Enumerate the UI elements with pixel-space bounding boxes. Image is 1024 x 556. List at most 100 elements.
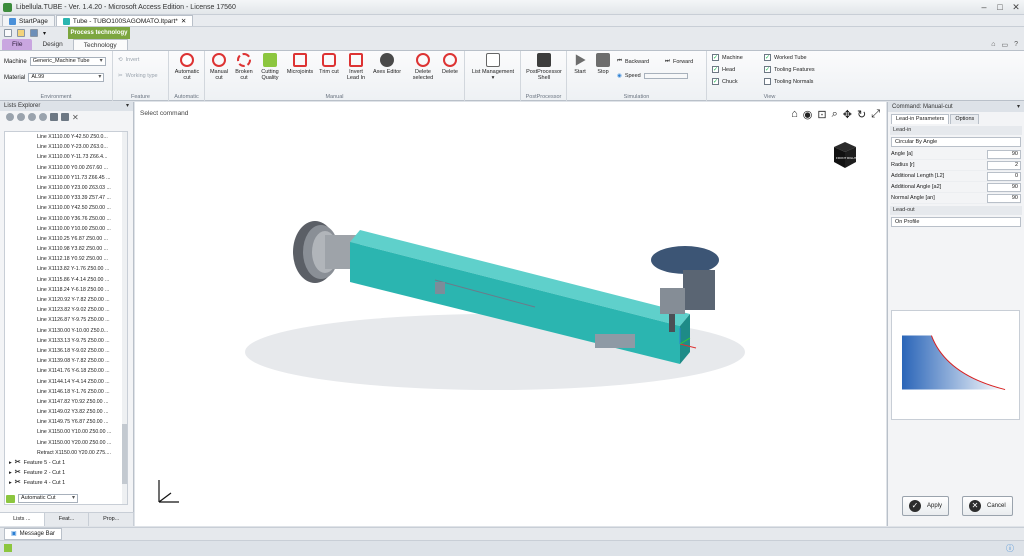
checkbox[interactable]: ✓ xyxy=(764,66,771,73)
list-item[interactable]: Line X1150.00 Y20.00 Z50.00 ... xyxy=(5,438,127,448)
open-folder-icon[interactable] xyxy=(17,29,25,37)
postprocessor-shell-button[interactable]: PostProcessor Shell xyxy=(523,53,565,81)
list-item[interactable]: Line X1139.08 Y-7.82 Z50.00 ... xyxy=(5,356,127,366)
copy-icon[interactable] xyxy=(50,113,58,121)
scroll-thumb[interactable] xyxy=(122,424,127,484)
save-icon[interactable] xyxy=(30,29,38,37)
axes-editor-button[interactable]: Axes Editor xyxy=(371,53,403,75)
list-item[interactable]: Line X1110.25 Y6.87 Z50.00 ... xyxy=(5,234,127,244)
invert-button[interactable]: ⟲ Invert xyxy=(118,57,139,63)
home-icon[interactable]: ⌂ xyxy=(991,41,995,48)
collapse-ribbon-icon[interactable]: ▭ xyxy=(1001,41,1008,49)
backward-button[interactable]: ⏮ Backward xyxy=(617,58,649,65)
list-item[interactable]: Line X1115.86 Y-4.14 Z50.00 ... xyxy=(5,275,127,285)
list-item[interactable]: Line X1126.87 Y-9.75 Z50.00 ... xyxy=(5,315,127,325)
move-first-icon[interactable] xyxy=(28,113,36,121)
tab-startpage[interactable]: StartPage xyxy=(2,15,55,26)
checkbox[interactable]: ✓ xyxy=(712,54,719,61)
expand-icon[interactable]: ▸ xyxy=(9,458,12,468)
list-item[interactable]: Line X1110.00 Y42.50 Z50.00 ... xyxy=(5,203,127,213)
feature-item[interactable]: ▸ ✂ Feature 5 - Cut 1 xyxy=(5,458,127,468)
param-value-field[interactable]: 2 xyxy=(987,160,1021,170)
list-item[interactable]: Line X1110.98 Y3.82 Z50.00 ... xyxy=(5,244,127,254)
list-item[interactable]: Line X1110.00 Y10.00 Z50.00 ... xyxy=(5,224,127,234)
help-icon[interactable]: ? xyxy=(1014,41,1018,48)
delete-selected-button[interactable]: Delete selected xyxy=(410,53,436,81)
cancel-button[interactable]: ✕ Cancel xyxy=(962,496,1013,516)
list-item[interactable]: Line X1110.00 Y33.39 Z57.47 ... xyxy=(5,193,127,203)
delete-button[interactable]: Delete xyxy=(438,53,462,75)
view-machine-toggle[interactable]: ✓ Machine xyxy=(712,54,743,61)
lead-out-type-combo[interactable]: On Profile xyxy=(891,217,1021,227)
list-management-button[interactable]: List Management ▾ xyxy=(468,53,518,81)
list-item[interactable]: Line X1113.82 Y-1.76 Z50.00 ... xyxy=(5,264,127,274)
checkbox[interactable] xyxy=(764,78,771,85)
qat-dropdown-icon[interactable]: ▾ xyxy=(43,30,46,37)
message-bar-tab[interactable]: ▣ Message Bar xyxy=(4,528,63,540)
pin-icon[interactable]: ▾ xyxy=(126,102,129,111)
delete-icon[interactable]: ✕ xyxy=(72,113,79,122)
view-head-toggle[interactable]: ✓ Head xyxy=(712,66,735,73)
param-value-field[interactable]: 90 xyxy=(987,193,1021,203)
view-tooling-features-toggle[interactable]: ✓ Tooling Features xyxy=(764,66,815,73)
list-item[interactable]: Line X1112.18 Y0.92 Z50.00 ... xyxy=(5,254,127,264)
list-item[interactable]: Line X1110.00 Y-23.00 Z63.0... xyxy=(5,142,127,152)
manual-cut-button[interactable]: Manual cut xyxy=(207,53,231,81)
apply-button[interactable]: ✓ Apply xyxy=(902,496,950,516)
new-file-icon[interactable] xyxy=(4,29,12,37)
speed-slider[interactable] xyxy=(643,73,688,79)
tab-features[interactable]: Feat... xyxy=(45,513,90,526)
maximize-button[interactable]: □ xyxy=(992,0,1008,15)
tab-properties[interactable]: Prop... xyxy=(89,513,135,526)
list-item[interactable]: Line X1110.00 Y11.73 Z66.45 ... xyxy=(5,173,127,183)
list-item[interactable]: Line X1110.00 Y-42.50 Z50.0... xyxy=(5,132,127,142)
checkbox[interactable]: ✓ xyxy=(712,66,719,73)
tab-tube-part[interactable]: Tube - TUBO100SAGOMATO.ltpart* ✕ xyxy=(55,15,194,27)
list-item[interactable]: Line X1110.00 Y-11.73 Z66.4... xyxy=(5,152,127,162)
paste-icon[interactable] xyxy=(61,113,69,121)
move-down-icon[interactable] xyxy=(17,113,25,121)
list-item[interactable]: Line X1149.75 Y6.87 Z50.00 ... xyxy=(5,417,127,427)
working-type-button[interactable]: ✂ Working type xyxy=(118,73,158,79)
automatic-cut-button[interactable]: Automatic cut xyxy=(172,53,202,81)
list-item[interactable]: Line X1123.82 Y-9.02 Z50.00 ... xyxy=(5,305,127,315)
auto-cut-combo[interactable]: Automatic Cut xyxy=(18,494,78,503)
list-item[interactable]: Line X1136.18 Y-9.02 Z50.00 ... xyxy=(5,346,127,356)
list-item[interactable]: Line X1110.00 Y23.00 Z63.03 ... xyxy=(5,183,127,193)
list-item[interactable]: Line X1144.14 Y-4.14 Z50.00 ... xyxy=(5,377,127,387)
list-item[interactable]: Line X1110.00 Y36.76 Z50.00 ... xyxy=(5,214,127,224)
feature-item[interactable]: ▸ ✂ Feature 2 - Cut 1 xyxy=(5,468,127,478)
checkbox[interactable]: ✓ xyxy=(764,54,771,61)
list-item[interactable]: Line X1149.02 Y3.82 Z50.00 ... xyxy=(5,407,127,417)
checkbox[interactable]: ✓ xyxy=(712,78,719,85)
close-tab-icon[interactable]: ✕ xyxy=(181,16,186,27)
microjoints-button[interactable]: Microjoints xyxy=(285,53,315,75)
list-item[interactable]: Line X1110.00 Y0.00 Z67.60 ... xyxy=(5,163,127,173)
tree-scrollbar[interactable] xyxy=(122,132,127,504)
view-worked-tube-toggle[interactable]: ✓ Worked Tube xyxy=(764,54,807,61)
move-up-icon[interactable] xyxy=(6,113,14,121)
tab-file[interactable]: File xyxy=(2,39,33,50)
tab-lists[interactable]: Lists ... xyxy=(0,513,45,526)
trim-cut-button[interactable]: Trim cut xyxy=(317,53,341,75)
pin-icon[interactable]: ▾ xyxy=(1017,102,1020,112)
expand-icon[interactable]: ▸ xyxy=(9,468,12,478)
list-item[interactable]: Line X1130.00 Y-10.00 Z50.0... xyxy=(5,326,127,336)
list-item[interactable]: Retract X1150.00 Y20.00 Z75.... xyxy=(5,448,127,458)
list-item[interactable]: Line X1141.76 Y-6.18 Z50.00 ... xyxy=(5,366,127,376)
view-chuck-toggle[interactable]: ✓ Chuck xyxy=(712,78,738,85)
move-last-icon[interactable] xyxy=(39,113,47,121)
tab-lead-in-parameters[interactable]: Lead-in Parameters xyxy=(891,114,950,124)
tab-options[interactable]: Options xyxy=(950,114,980,124)
forward-button[interactable]: ⏭ Forward xyxy=(665,58,693,65)
cutting-quality-button[interactable]: Cutting Quality xyxy=(257,53,283,81)
param-value-field[interactable]: 90 xyxy=(987,182,1021,192)
tab-design[interactable]: Design xyxy=(32,39,72,50)
list-item[interactable]: Line X1118.24 Y-6.18 Z50.00 ... xyxy=(5,285,127,295)
list-item[interactable]: Line X1120.92 Y-7.82 Z50.00 ... xyxy=(5,295,127,305)
broken-cut-button[interactable]: Broken cut xyxy=(233,53,255,81)
list-item[interactable]: Line X1147.82 Y0.92 Z50.00 ... xyxy=(5,397,127,407)
start-button[interactable]: Start xyxy=(570,53,590,75)
close-button[interactable]: ✕ xyxy=(1008,0,1024,15)
expand-icon[interactable]: ▸ xyxy=(9,478,12,488)
